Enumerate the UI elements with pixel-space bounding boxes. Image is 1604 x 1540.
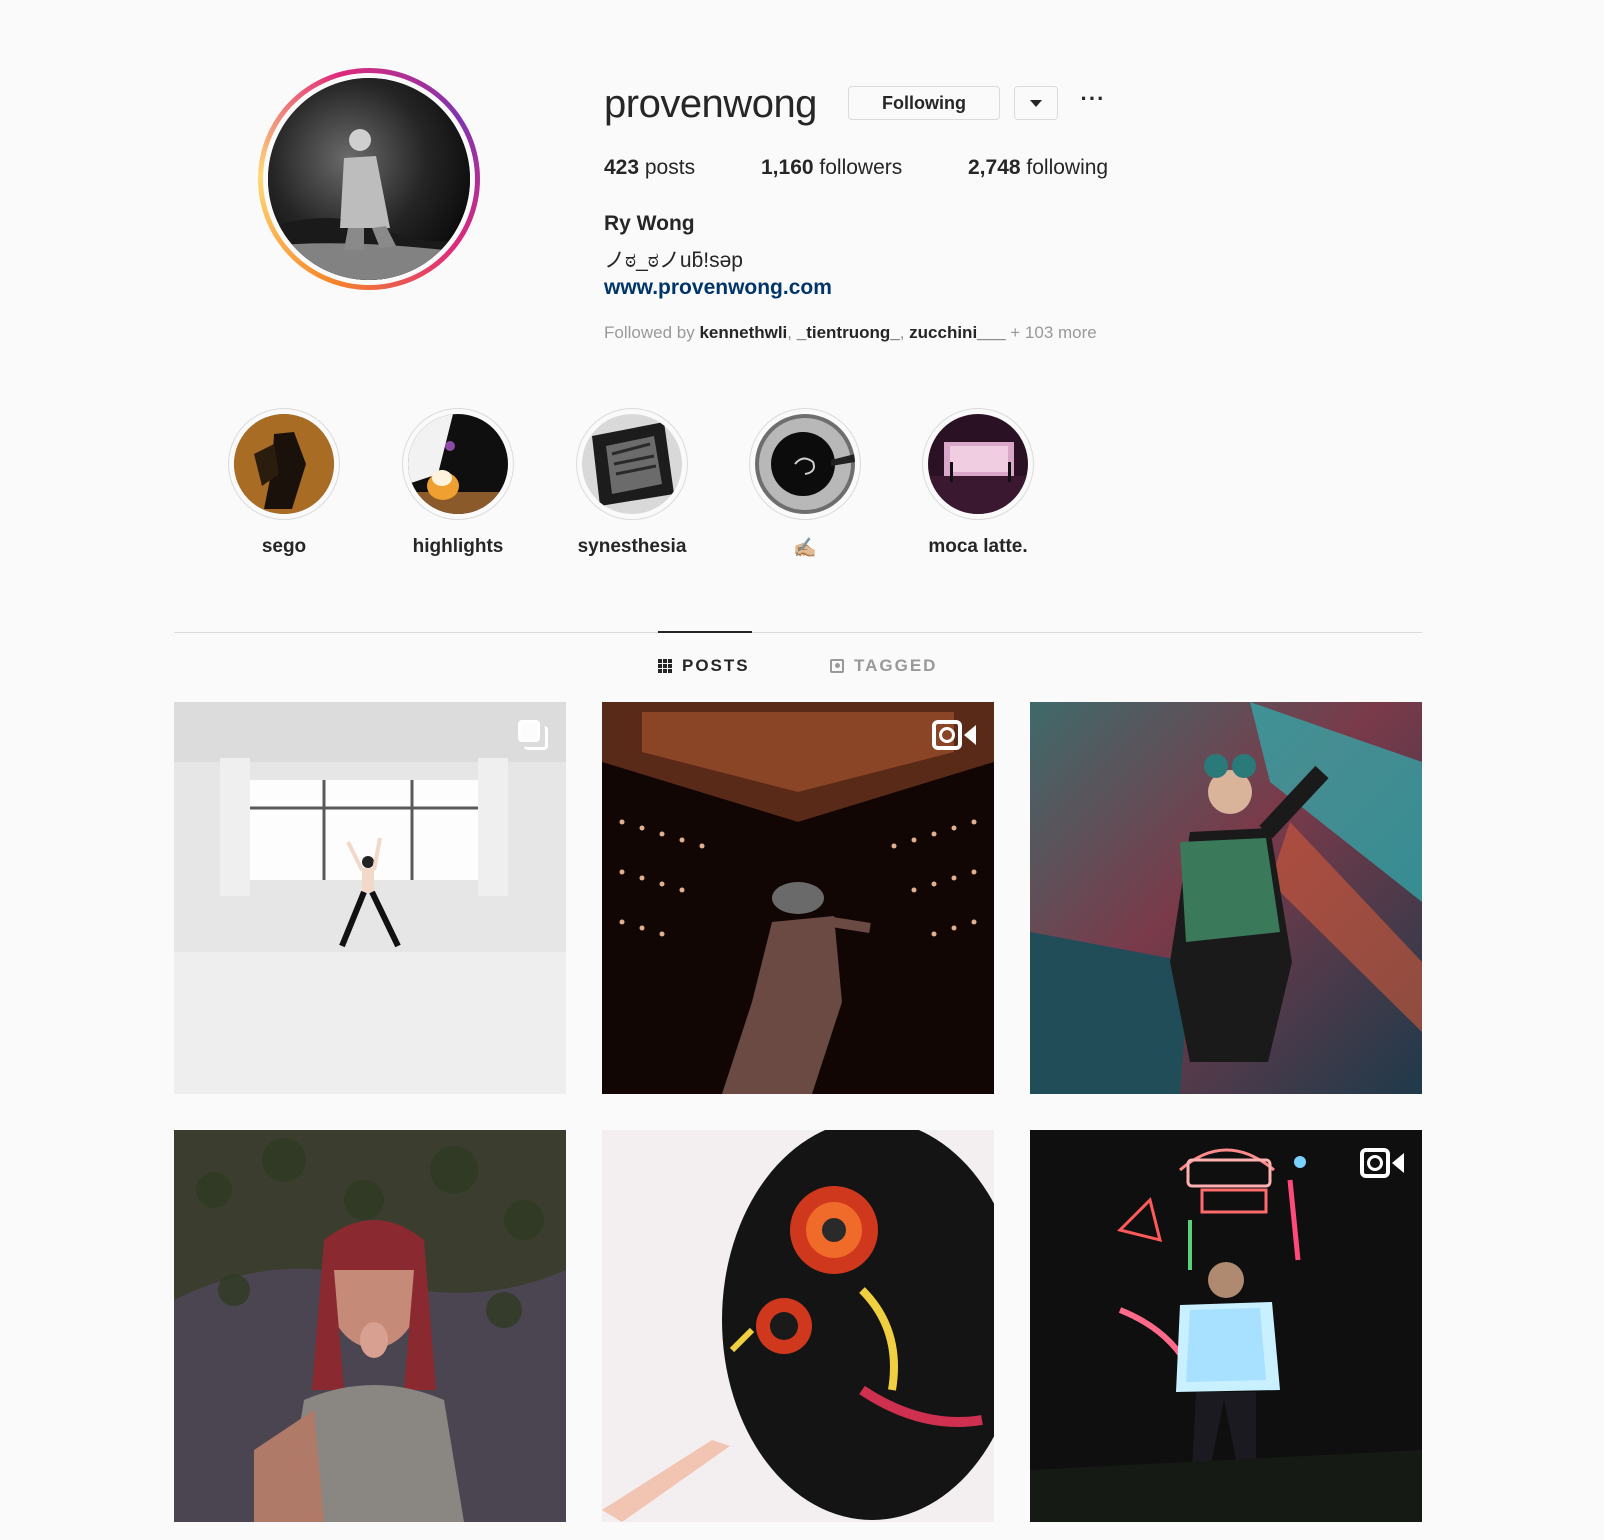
profile-bio: ノಠ_ಠノuƃ!sǝp bbox=[604, 249, 743, 272]
story-ring[interactable] bbox=[258, 68, 480, 290]
followers-count: 1,160 bbox=[761, 156, 814, 179]
followed-by-more[interactable]: + 103 more bbox=[1006, 323, 1096, 342]
video-icon bbox=[932, 720, 976, 750]
carousel-icon bbox=[518, 720, 548, 750]
highlight-label: moca latte. bbox=[928, 536, 1028, 557]
story-highlight[interactable]: sego bbox=[214, 408, 354, 560]
tile-photo bbox=[582, 414, 682, 514]
followed-by-user[interactable]: _tientruong_ bbox=[797, 323, 900, 342]
post-thumbnail[interactable] bbox=[602, 1130, 994, 1522]
flower-photo bbox=[408, 414, 508, 514]
tabs-divider bbox=[174, 632, 1422, 633]
highlight-label: ✍🏼 bbox=[793, 538, 817, 559]
post-thumbnail[interactable] bbox=[602, 702, 994, 1094]
avatar-photo bbox=[268, 78, 470, 280]
video-icon bbox=[1360, 1148, 1404, 1178]
following-button[interactable]: Following bbox=[848, 86, 1000, 120]
tab-posts[interactable]: POSTS bbox=[658, 656, 750, 676]
profile-username: provenwong bbox=[604, 82, 817, 126]
followers-stat-label: followers bbox=[813, 156, 903, 179]
following-stat[interactable]: 2,748 following bbox=[968, 156, 1108, 180]
post-thumbnail[interactable] bbox=[174, 702, 566, 1094]
followed-by-line[interactable]: Followed by kennethwli, _tientruong_, zu… bbox=[604, 323, 1097, 343]
post-photo bbox=[602, 702, 994, 1094]
tab-tagged-label: TAGGED bbox=[854, 656, 938, 675]
gallery-photo bbox=[928, 414, 1028, 514]
tagged-icon bbox=[830, 659, 844, 673]
highlight-label: highlights bbox=[412, 536, 504, 557]
highlight-label: sego bbox=[261, 536, 307, 557]
post-thumbnail[interactable] bbox=[1030, 702, 1422, 1094]
profile-website-link[interactable]: www.provenwong.com bbox=[604, 276, 832, 300]
followers-stat[interactable]: 1,160 followers bbox=[761, 156, 902, 180]
spiral-photo bbox=[755, 414, 855, 514]
posts-count: 423 bbox=[604, 156, 640, 179]
story-highlight[interactable]: moca latte. bbox=[908, 408, 1048, 560]
tab-tagged[interactable]: TAGGED bbox=[830, 656, 937, 676]
suggestions-dropdown-button[interactable] bbox=[1014, 86, 1058, 120]
story-highlight[interactable]: ✍🏼 bbox=[735, 408, 875, 560]
grid-icon bbox=[658, 659, 672, 673]
followed-by-user[interactable]: zucchini___ bbox=[909, 323, 1005, 342]
tab-posts-label: POSTS bbox=[682, 656, 750, 675]
post-thumbnail[interactable] bbox=[174, 1130, 566, 1522]
saxophone-photo bbox=[234, 414, 334, 514]
posts-stat-label: posts bbox=[639, 156, 696, 179]
highlight-label: synesthesia bbox=[577, 536, 687, 557]
followed-by-user[interactable]: kennethwli bbox=[699, 323, 787, 342]
profile-full-name: Ry Wong bbox=[604, 212, 695, 235]
more-options-button[interactable]: ··· bbox=[1078, 88, 1108, 118]
chevron-down-icon bbox=[1030, 99, 1042, 107]
post-photo bbox=[1030, 702, 1422, 1094]
posts-stat: 423 posts bbox=[604, 156, 695, 180]
post-photo bbox=[1030, 1130, 1422, 1522]
profile-page: provenwong Following ··· 423 posts 1,160… bbox=[0, 0, 1604, 1540]
avatar[interactable] bbox=[268, 78, 470, 280]
following-count: 2,748 bbox=[968, 156, 1021, 179]
story-highlight[interactable]: highlights bbox=[388, 408, 528, 560]
followed-by-prefix: Followed by bbox=[604, 323, 700, 342]
following-stat-label: following bbox=[1020, 156, 1109, 179]
post-thumbnail[interactable] bbox=[1030, 1130, 1422, 1522]
active-tab-indicator bbox=[658, 631, 752, 633]
post-photo bbox=[174, 1130, 566, 1522]
post-photo bbox=[174, 702, 566, 1094]
story-highlight[interactable]: synesthesia bbox=[562, 408, 702, 560]
post-photo bbox=[602, 1130, 994, 1522]
